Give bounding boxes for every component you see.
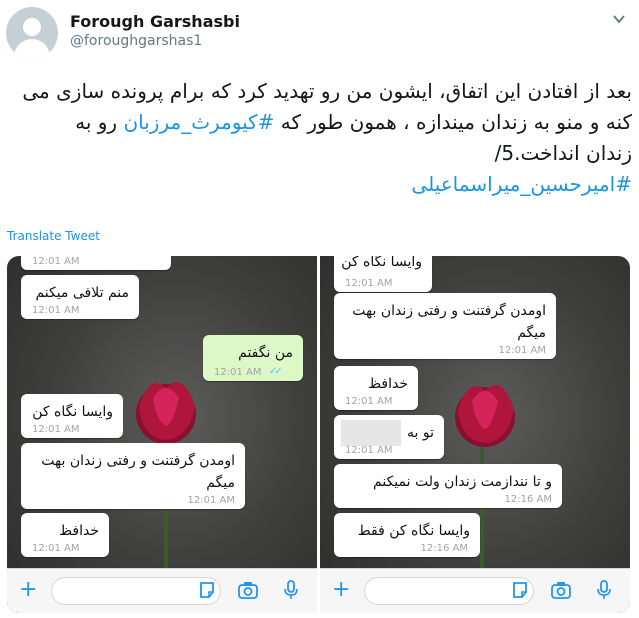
message-bubble[interactable]: خدافظ 12:01 AM <box>21 513 109 557</box>
message-text: اومدن گرفتنت و رفتی زندان بهت <box>41 453 235 469</box>
message-time: 12:16 AM <box>420 543 468 554</box>
camera-icon[interactable] <box>550 580 572 600</box>
message-time: 12:16 AM <box>504 494 552 505</box>
hashtag-link-2[interactable]: #امیرحسین_میراسماعیلی <box>20 169 632 200</box>
message-text-line-2: میگم <box>517 325 546 341</box>
microphone-icon[interactable] <box>281 580 301 600</box>
message-bubble[interactable]: اومدن گرفتنت و رفتی زندان بهت میگم 12:01… <box>21 443 245 509</box>
translate-tweet-link[interactable]: Translate Tweet <box>7 229 100 243</box>
plus-icon[interactable]: + <box>19 577 37 603</box>
message-time: 12:01 AM <box>214 367 262 378</box>
message-bubble-outgoing[interactable]: من نگفتم 12:01 AM ✓✓ <box>203 335 303 381</box>
tweet-media[interactable]: 12:01 AM منم تلافی میکنم 12:01 AM من نگف… <box>7 256 630 613</box>
tulip-image <box>455 385 515 447</box>
message-time: 12:01 AM <box>345 396 393 407</box>
user-handle[interactable]: @foroughgarshas1 <box>70 33 202 49</box>
message-bubble[interactable]: و تا نندازمت زندان ولت نمیکنم 12:16 AM <box>334 464 562 508</box>
message-time: 12:01 AM <box>187 495 235 506</box>
message-bubble[interactable]: وایسا نگاه کن فقط 12:16 AM <box>334 513 480 557</box>
chat-input-bar: + <box>7 568 317 613</box>
chat-screenshot-left[interactable]: 12:01 AM منم تلافی میکنم 12:01 AM من نگف… <box>7 256 317 613</box>
message-text-line-2: میگم <box>206 475 235 491</box>
message-time: 12:01 AM <box>32 256 80 267</box>
sticker-icon[interactable] <box>197 580 217 600</box>
message-text: و تا نندازمت زندان ولت نمیکنم <box>373 474 552 490</box>
message-text: منم تلافی میکنم <box>35 285 129 301</box>
tweet-line-2: کنه و منو به زندان میندازه ، همون طور که… <box>20 107 632 138</box>
message-time: 12:01 AM <box>32 305 80 316</box>
message-text: خدافظ <box>59 523 99 539</box>
avatar-shoulders-shape <box>14 39 50 59</box>
message-time: 12:01 AM <box>345 445 393 456</box>
message-text: وایسا نگاه کن <box>341 256 422 270</box>
plus-icon[interactable]: + <box>332 577 350 603</box>
tweet-text: بعد از افتادن این اتفاق، ایشون من رو تهد… <box>20 76 632 200</box>
message-text: وایسا نگاه کن فقط <box>357 523 470 539</box>
message-text: خدافظ <box>368 376 408 392</box>
camera-icon[interactable] <box>237 580 259 600</box>
message-input[interactable] <box>364 577 534 605</box>
message-bubble[interactable]: تو به 12:01 AM <box>334 415 444 459</box>
user-display-name[interactable]: Forough Garshasbi <box>70 12 240 31</box>
message-text: من نگفتم <box>238 345 293 361</box>
message-bubble[interactable]: وایسا نگاه کن 12:01 AM <box>334 256 432 292</box>
tweet-line-2-after: رو به <box>75 110 124 134</box>
message-time: 12:01 AM <box>498 345 546 356</box>
tweet-line-3: زندان انداخت.5/ <box>494 141 632 165</box>
message-time: 12:01 AM <box>32 543 80 554</box>
avatar-head-shape <box>23 18 41 36</box>
tweet-line-1: بعد از افتادن این اتفاق، ایشون من رو تهد… <box>22 79 632 103</box>
chevron-down-icon[interactable] <box>612 12 626 26</box>
sticker-icon[interactable] <box>510 580 530 600</box>
redacted-block <box>341 420 402 446</box>
hashtag-link[interactable]: #کیومرث_مرزبان <box>123 110 274 134</box>
chat-input-bar: + <box>320 568 630 613</box>
message-input[interactable] <box>51 577 221 605</box>
read-ticks-icon: ✓✓ <box>269 366 283 377</box>
message-bubble[interactable]: اومدن گرفتنت و رفتی زندان بهت میگم 12:01… <box>334 293 556 359</box>
message-time: 12:01 AM <box>32 424 80 435</box>
message-bubble[interactable]: منم تلافی میکنم 12:01 AM <box>21 275 139 319</box>
message-bubble[interactable]: وایسا نگاه کن 12:01 AM <box>21 394 123 438</box>
message-time: 12:01 AM <box>345 278 393 289</box>
message-text: اومدن گرفتنت و رفتی زندان بهت <box>352 303 546 319</box>
message-text-visible: تو به <box>407 425 434 441</box>
chat-screenshot-right[interactable]: وایسا نگاه کن 12:01 AM اومدن گرفتنت و رف… <box>320 256 630 613</box>
message-bubble[interactable]: 12:01 AM <box>21 256 171 270</box>
message-bubble[interactable]: خدافظ 12:01 AM <box>334 366 418 410</box>
tulip-image <box>136 382 196 444</box>
microphone-icon[interactable] <box>594 580 614 600</box>
message-text: وایسا نگاه کن <box>32 404 113 420</box>
tweet-line-2-before: کنه و منو به زندان میندازه ، همون طور که <box>274 110 632 134</box>
avatar[interactable] <box>6 7 58 59</box>
message-text: تو به <box>341 420 434 446</box>
